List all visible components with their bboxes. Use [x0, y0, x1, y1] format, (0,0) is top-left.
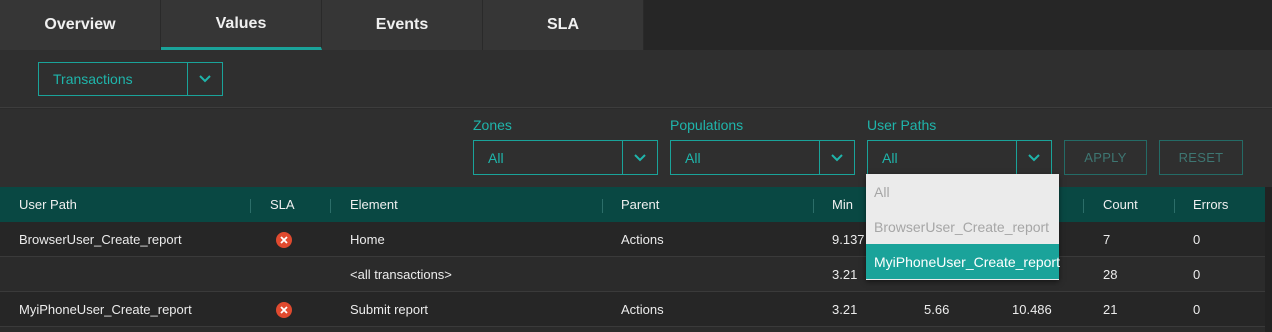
- parent-cell: Actions: [621, 232, 664, 247]
- tab-overview[interactable]: Overview: [0, 0, 161, 50]
- column-header-element[interactable]: Element: [350, 187, 398, 222]
- column-divider: [602, 199, 603, 213]
- column-divider: [1083, 199, 1084, 213]
- view-select[interactable]: Transactions: [38, 62, 223, 96]
- avg-cell: 5.66: [924, 302, 950, 317]
- count-cell: 21: [1103, 302, 1118, 317]
- parent-cell: Actions: [621, 302, 664, 317]
- tab-bar: Overview Values Events SLA: [0, 0, 1272, 50]
- populations-label: Populations: [670, 117, 744, 133]
- zones-select[interactable]: All: [473, 140, 658, 175]
- element-cell: Home: [350, 232, 385, 247]
- chevron-down-icon[interactable]: [1016, 141, 1051, 174]
- user-paths-label: User Paths: [867, 117, 937, 133]
- view-select-value: Transactions: [53, 71, 133, 87]
- scrollbar[interactable]: [1265, 187, 1272, 332]
- column-header-min[interactable]: Min: [832, 187, 853, 222]
- count-cell: 7: [1103, 232, 1111, 247]
- sla-error-icon: [276, 231, 292, 248]
- count-cell: 28: [1103, 267, 1118, 282]
- chevron-down-icon[interactable]: [819, 141, 854, 174]
- populations-select-value: All: [685, 149, 701, 166]
- table-header: User Path SLA Element Parent Min Count E…: [0, 187, 1272, 222]
- sla-cell: [276, 222, 292, 257]
- errors-cell: 0: [1193, 232, 1201, 247]
- column-header-sla[interactable]: SLA: [270, 187, 295, 222]
- zones-select-value: All: [488, 149, 504, 166]
- min-cell: 9.137: [832, 232, 865, 247]
- column-header-count[interactable]: Count: [1103, 187, 1138, 222]
- sla-error-icon: [276, 301, 292, 318]
- min-cell: 3.21: [832, 302, 858, 317]
- apply-button[interactable]: APPLY: [1064, 140, 1147, 175]
- element-cell: <all transactions>: [350, 267, 452, 282]
- column-divider: [330, 199, 331, 213]
- max-cell: 10.486: [1012, 302, 1052, 317]
- reset-button[interactable]: RESET: [1159, 140, 1243, 175]
- errors-cell: 0: [1193, 302, 1201, 317]
- table-row[interactable]: BrowserUser_Create_report Home Actions 9…: [0, 222, 1272, 257]
- min-cell: 3.21: [832, 267, 858, 282]
- column-header-user-path[interactable]: User Path: [19, 187, 77, 222]
- column-header-errors[interactable]: Errors: [1193, 187, 1228, 222]
- user-paths-select-value: All: [882, 149, 898, 166]
- table-row[interactable]: <all transactions> 3.21 28 0: [0, 257, 1272, 292]
- filter-bar: Zones All Populations All User Paths All…: [0, 109, 1272, 187]
- zones-label: Zones: [473, 117, 512, 133]
- column-divider: [813, 199, 814, 213]
- populations-select[interactable]: All: [670, 140, 855, 175]
- view-toolbar: Transactions: [0, 50, 1272, 108]
- user-paths-option-browseruser[interactable]: BrowserUser_Create_report: [866, 209, 1059, 244]
- column-header-parent[interactable]: Parent: [621, 187, 659, 222]
- user-paths-dropdown: All BrowserUser_Create_report MyiPhoneUs…: [866, 174, 1060, 280]
- user-paths-select[interactable]: All: [867, 140, 1052, 175]
- tab-events[interactable]: Events: [322, 0, 483, 50]
- tab-sla[interactable]: SLA: [483, 0, 644, 50]
- column-divider: [250, 199, 251, 213]
- chevron-down-icon[interactable]: [622, 141, 657, 174]
- table-row[interactable]: MyiPhoneUser_Create_report Submit report…: [0, 292, 1272, 327]
- user-paths-option-all[interactable]: All: [866, 174, 1059, 209]
- column-divider: [1174, 199, 1175, 213]
- sla-cell: [276, 292, 292, 327]
- chevron-down-icon[interactable]: [187, 63, 222, 95]
- errors-cell: 0: [1193, 267, 1201, 282]
- element-cell: Submit report: [350, 302, 429, 317]
- user-path-cell: BrowserUser_Create_report: [19, 232, 182, 247]
- user-paths-option-myiphoneuser[interactable]: MyiPhoneUser_Create_report: [866, 244, 1060, 279]
- user-path-cell: MyiPhoneUser_Create_report: [19, 302, 192, 317]
- tab-values[interactable]: Values: [161, 0, 322, 50]
